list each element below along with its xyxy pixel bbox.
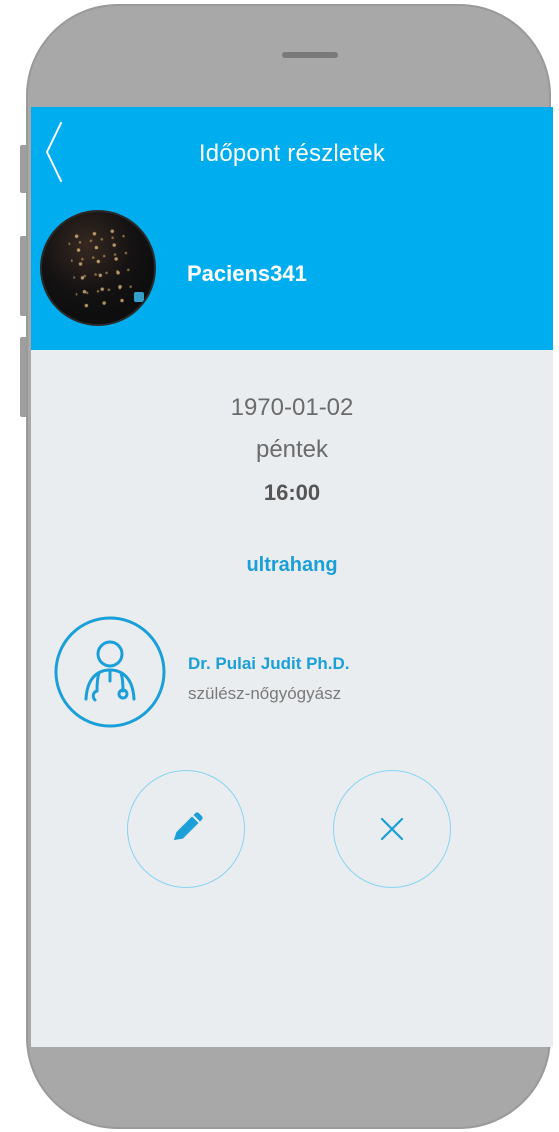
doctor-icon	[53, 615, 167, 729]
doctor-info: Dr. Pulai Judit Ph.D. szülész-nőgyógyász	[31, 615, 553, 745]
close-icon	[380, 817, 404, 841]
app-mockup: Időpont részletek Paciens341 1970-01-02 …	[0, 0, 559, 1132]
appointment-header: Időpont részletek Paciens341	[31, 107, 553, 350]
phone-speaker	[282, 52, 338, 58]
patient-avatar	[40, 210, 156, 326]
avatar-photo-light	[134, 292, 144, 302]
appointment-date: 1970-01-02	[230, 394, 354, 421]
appointment-weekday: péntek	[255, 436, 329, 463]
doctor-name[interactable]: Dr. Pulai Judit Ph.D.	[188, 652, 350, 676]
phone-screen: Időpont részletek Paciens341 1970-01-02 …	[31, 107, 553, 1047]
appointment-time: 16:00	[263, 480, 321, 505]
doctor-specialty: szülész-nőgyógyász	[188, 684, 342, 703]
cancel-appointment-button[interactable]	[333, 770, 451, 888]
patient-name[interactable]: Paciens341	[187, 259, 307, 289]
page-title: Időpont részletek	[198, 140, 386, 167]
pencil-icon	[174, 812, 203, 840]
edit-button[interactable]	[127, 770, 245, 888]
appointment-service[interactable]: ultrahang	[31, 550, 553, 580]
avatar-photo-detail	[66, 222, 138, 310]
appointment-details: 1970-01-02 péntek 16:00 ultrahang Dr. Pu…	[31, 350, 553, 1047]
